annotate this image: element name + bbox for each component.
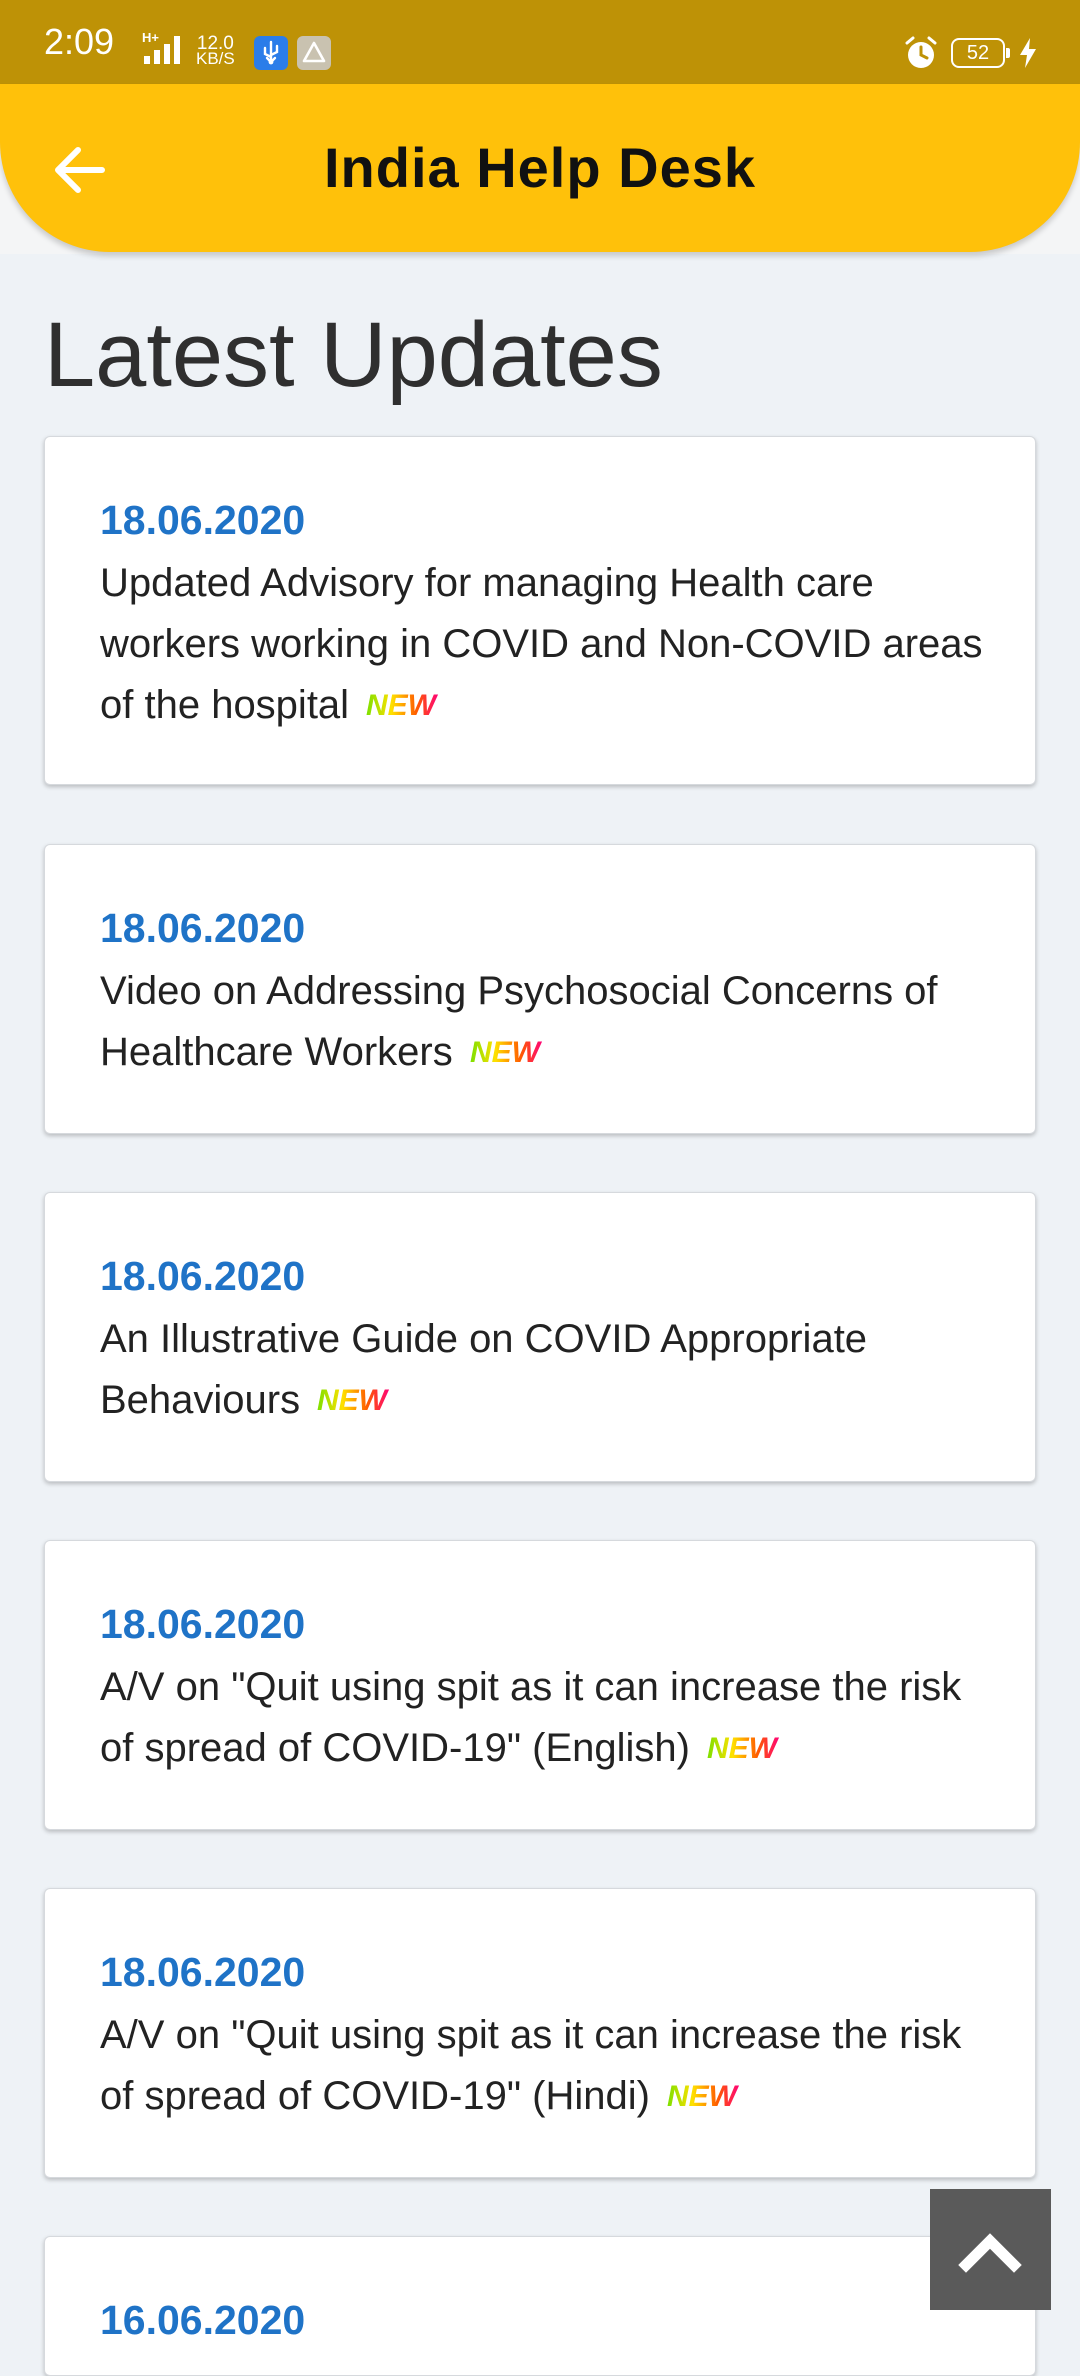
update-date: 18.06.2020 bbox=[100, 1601, 306, 1647]
update-text: Updated Advisory for managing Health car… bbox=[100, 553, 1000, 736]
network-speed-unit: KB/S bbox=[196, 49, 235, 68]
update-title: An Illustrative Guide on COVID Appropria… bbox=[100, 1317, 868, 1422]
new-badge-label: NEW bbox=[366, 689, 439, 720]
new-badge-icon: NEW bbox=[366, 689, 439, 720]
usb-icon bbox=[254, 36, 288, 70]
new-badge-label: NEW bbox=[667, 2080, 740, 2111]
battery-indicator: 52 bbox=[951, 38, 1010, 68]
update-card[interactable]: 18.06.2020 Updated Advisory for managing… bbox=[44, 436, 1036, 785]
update-text: Video on Addressing Psychosocial Concern… bbox=[100, 961, 1000, 1083]
new-badge-icon: NEW bbox=[317, 1384, 390, 1415]
chevron-up-icon bbox=[958, 2233, 1022, 2273]
update-date: 18.06.2020 bbox=[100, 905, 306, 951]
update-title: A/V on "Quit using spit as it can increa… bbox=[100, 1665, 962, 1770]
new-badge-label: NEW bbox=[470, 1036, 543, 1067]
new-badge-label: NEW bbox=[707, 1732, 780, 1763]
update-card[interactable]: 18.06.2020 A/V on "Quit using spit as it… bbox=[44, 1888, 1036, 2178]
network-type-label: H+ bbox=[142, 30, 159, 45]
page-title: Latest Updates bbox=[44, 304, 663, 406]
scroll-to-top-button[interactable] bbox=[930, 2189, 1051, 2310]
new-badge-label: NEW bbox=[317, 1384, 390, 1415]
update-date: 18.06.2020 bbox=[100, 1253, 306, 1299]
signal-icon: H+ bbox=[142, 30, 180, 64]
update-card[interactable]: 18.06.2020 A/V on "Quit using spit as it… bbox=[44, 1540, 1036, 1830]
app-header: India Help Desk bbox=[0, 84, 1080, 252]
new-badge-icon: NEW bbox=[470, 1036, 543, 1067]
update-date: 18.06.2020 bbox=[100, 497, 306, 543]
status-bar: 2:09 H+ 12.0 KB/S 52 bbox=[0, 0, 1080, 84]
update-text: An Illustrative Guide on COVID Appropria… bbox=[100, 1309, 1000, 1431]
status-time: 2:09 bbox=[44, 21, 115, 62]
alarm-icon bbox=[905, 36, 937, 68]
update-date: 18.06.2020 bbox=[100, 1949, 306, 1995]
update-card[interactable]: 18.06.2020 Video on Addressing Psychosoc… bbox=[44, 844, 1036, 1134]
update-card[interactable]: 18.06.2020 An Illustrative Guide on COVI… bbox=[44, 1192, 1036, 1482]
update-text: A/V on "Quit using spit as it can increa… bbox=[100, 1657, 1000, 1779]
update-text: A/V on "Quit using spit as it can increa… bbox=[100, 2005, 1000, 2127]
network-speed: 12.0 KB/S bbox=[196, 34, 235, 68]
update-title: A/V on "Quit using spit as it can increa… bbox=[100, 2013, 962, 2118]
header-title: India Help Desk bbox=[323, 136, 757, 199]
update-title: Updated Advisory for managing Health car… bbox=[100, 561, 983, 727]
new-badge-icon: NEW bbox=[707, 1732, 780, 1763]
update-card[interactable]: 16.06.2020 bbox=[44, 2236, 1036, 2376]
new-badge-icon: NEW bbox=[667, 2080, 740, 2111]
charging-icon bbox=[1020, 38, 1036, 68]
update-date: 16.06.2020 bbox=[100, 2297, 306, 2343]
drive-icon bbox=[297, 36, 331, 70]
